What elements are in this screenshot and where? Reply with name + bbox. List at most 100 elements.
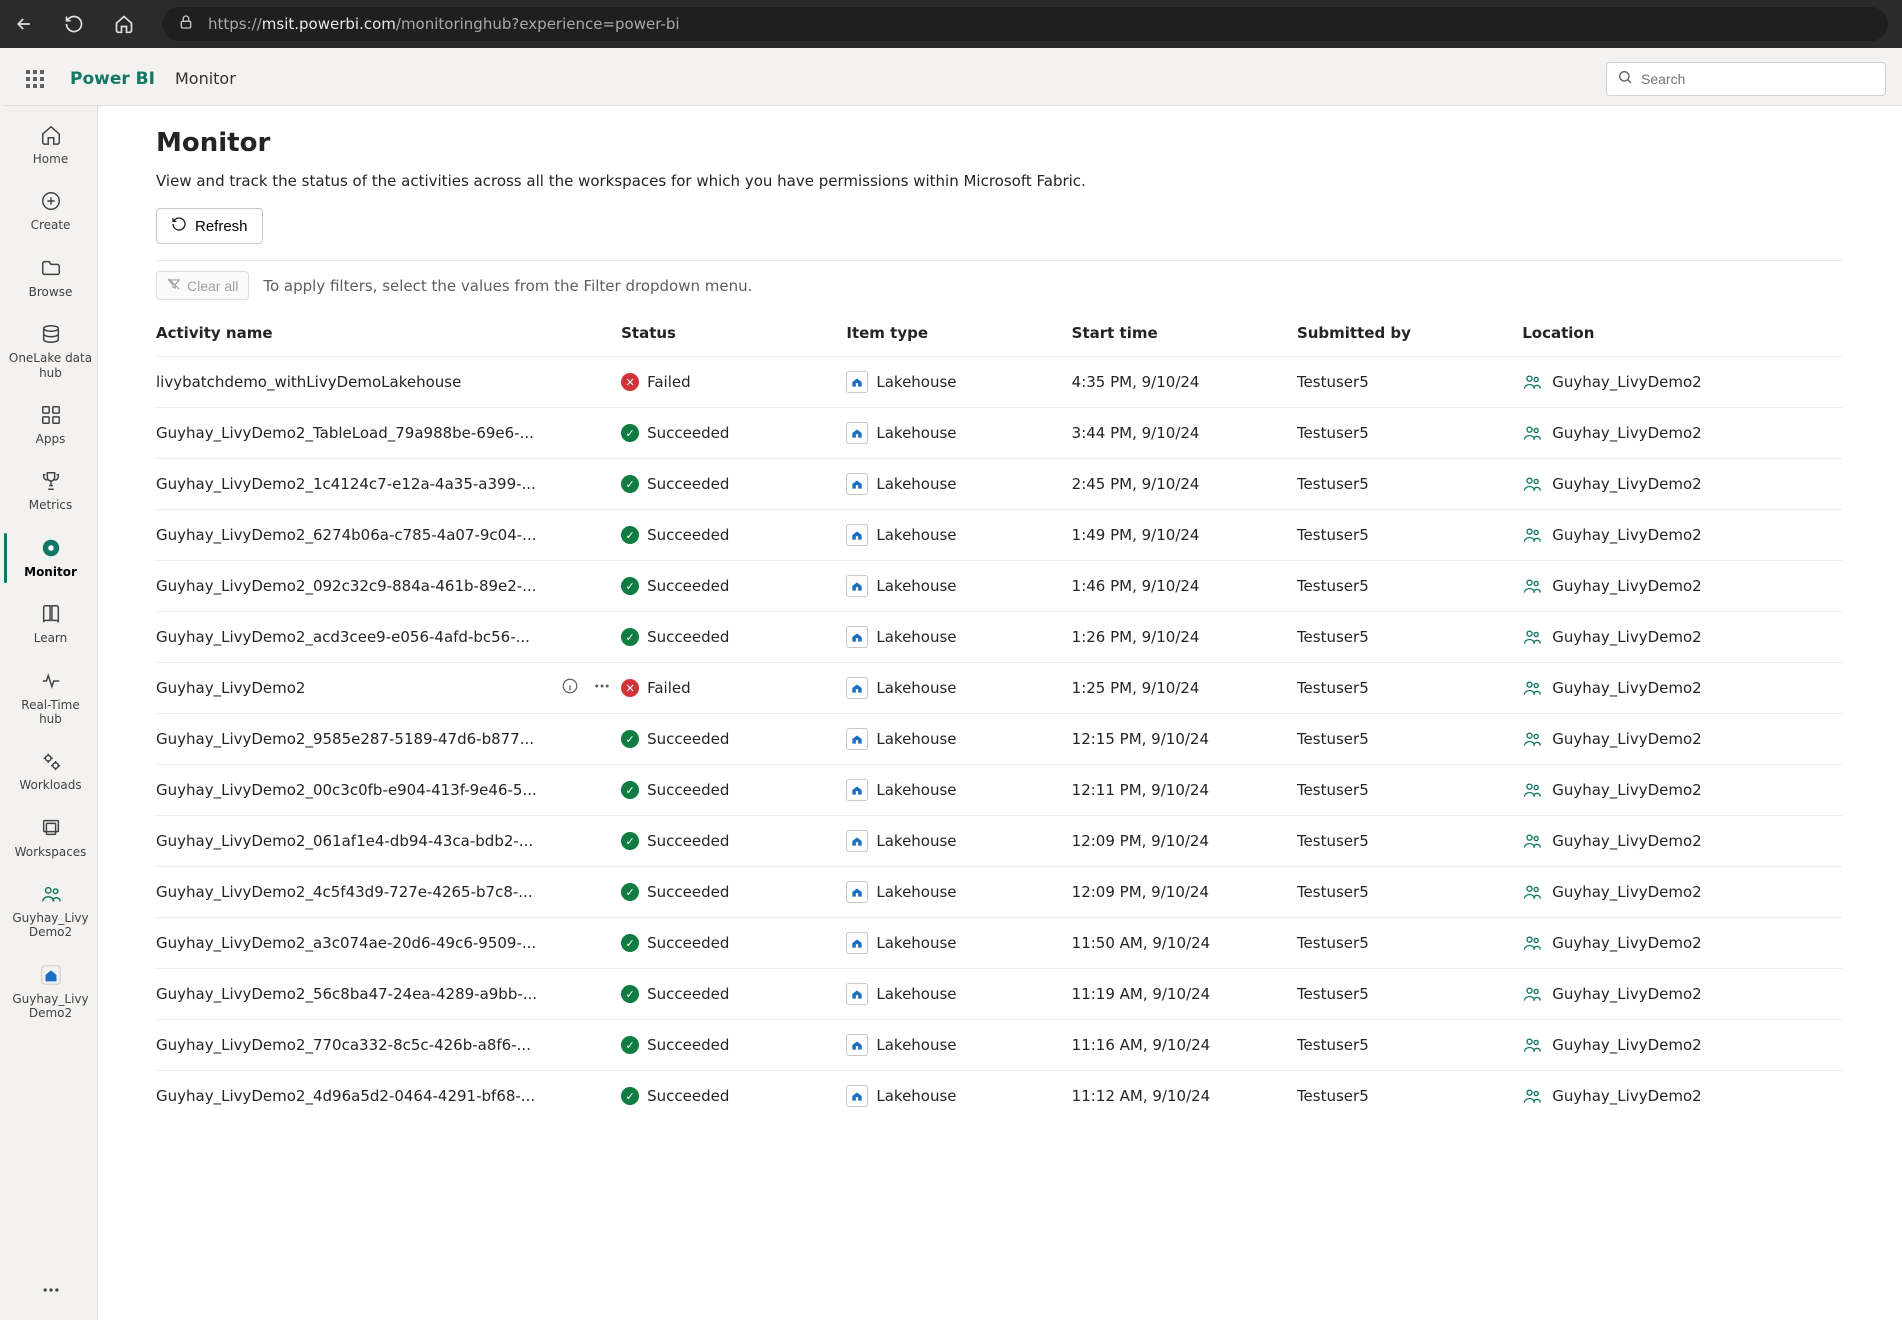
workspace-icon [1522,729,1542,749]
rail-item-real-time-hub[interactable]: Real-Time hub [4,658,97,739]
address-bar[interactable]: https://msit.powerbi.com/monitoringhub?e… [162,7,1888,41]
table-row[interactable]: Guyhay_LivyDemo2_56c8ba47-24ea-4289-a9bb… [156,969,1842,1020]
rail-item-monitor[interactable]: Monitor [4,525,97,591]
item-type-label: Lakehouse [876,577,956,595]
rail-item-label: Home [33,152,68,166]
activity-name: Guyhay_LivyDemo2 [156,679,553,697]
refresh-button[interactable]: Refresh [156,208,263,244]
col-item-type[interactable]: Item type [846,310,1071,357]
table-row[interactable]: Guyhay_LivyDemo2_acd3cee9-e056-4afd-bc56… [156,612,1842,663]
workspace-icon [1522,780,1542,800]
table-row[interactable]: Guyhay_LivyDemo2_4d96a5d2-0464-4291-bf68… [156,1071,1842,1122]
start-time: 12:09 PM, 9/10/24 [1072,816,1297,867]
rail-item-workloads[interactable]: Workloads [4,738,97,804]
lakehouse-icon [846,830,868,852]
item-type-label: Lakehouse [876,934,956,952]
location-label: Guyhay_LivyDemo2 [1552,526,1701,544]
lakehouse-icon [846,1085,868,1107]
success-icon: ✓ [621,883,639,901]
table-row[interactable]: Guyhay_LivyDemo2_9585e287-5189-47d6-b877… [156,714,1842,765]
workspace-icon [1522,1035,1542,1055]
item-type-label: Lakehouse [876,628,956,646]
col-submitted-by[interactable]: Submitted by [1297,310,1522,357]
workspace-icon [1522,576,1542,596]
status-label: Failed [647,373,691,391]
status-label: Failed [647,679,691,697]
table-row[interactable]: Guyhay_LivyDemo2_061af1e4-db94-43ca-bdb2… [156,816,1842,867]
table-row[interactable]: Guyhay_LivyDemo2_a3c074ae-20d6-49c6-9509… [156,918,1842,969]
table-row[interactable]: Guyhay_LivyDemo2_4c5f43d9-727e-4265-b7c8… [156,867,1842,918]
lakehouse-icon [846,473,868,495]
start-time: 11:50 AM, 9/10/24 [1072,918,1297,969]
refresh-icon[interactable] [64,14,84,34]
activity-name: Guyhay_LivyDemo2_acd3cee9-e056-4afd-bc56… [156,628,611,646]
lakehouse-icon [846,371,868,393]
rail-more-icon[interactable] [4,1264,97,1320]
activity-name: Guyhay_LivyDemo2_770ca332-8c5c-426b-a8f6… [156,1036,611,1054]
back-icon[interactable] [14,14,34,34]
lakehouse-icon [846,983,868,1005]
success-icon: ✓ [621,934,639,952]
rail-item-guyhay-livy-demo2[interactable]: Guyhay_Livy Demo2 [4,871,97,952]
workspace-icon [1522,627,1542,647]
location-label: Guyhay_LivyDemo2 [1552,628,1701,646]
col-location[interactable]: Location [1522,310,1842,357]
col-status[interactable]: Status [621,310,846,357]
start-time: 11:16 AM, 9/10/24 [1072,1020,1297,1071]
rail-item-apps[interactable]: Apps [4,392,97,458]
rail-item-label: Learn [34,631,68,645]
col-activity-name[interactable]: Activity name [156,310,621,357]
table-row[interactable]: Guyhay_LivyDemo2_092c32c9-884a-461b-89e2… [156,561,1842,612]
apps-icon [40,402,62,428]
rail-item-workspaces[interactable]: Workspaces [4,805,97,871]
workspace-icon [1522,882,1542,902]
start-time: 3:44 PM, 9/10/24 [1072,408,1297,459]
rail-item-home[interactable]: Home [4,112,97,178]
status-label: Succeeded [647,832,729,850]
rail-item-guyhay-livy-demo2[interactable]: Guyhay_Livy Demo2 [4,952,97,1033]
brand-label[interactable]: Power BI [70,69,155,89]
item-type-label: Lakehouse [876,679,956,697]
start-time: 1:46 PM, 9/10/24 [1072,561,1297,612]
table-row[interactable]: Guyhay_LivyDemo2_6274b06a-c785-4a07-9c04… [156,510,1842,561]
activity-name: Guyhay_LivyDemo2_1c4124c7-e12a-4a35-a399… [156,475,611,493]
submitted-by: Testuser5 [1297,765,1522,816]
success-icon: ✓ [621,526,639,544]
trophy-icon [40,468,62,494]
rail-item-metrics[interactable]: Metrics [4,458,97,524]
breadcrumb: Monitor [175,69,236,88]
app-launcher-icon[interactable] [20,64,50,94]
table-row[interactable]: Guyhay_LivyDemo2_770ca332-8c5c-426b-a8f6… [156,1020,1842,1071]
success-icon: ✓ [621,424,639,442]
browser-toolbar: https://msit.powerbi.com/monitoringhub?e… [0,0,1902,48]
more-icon[interactable] [593,677,611,699]
main-content: Monitor View and track the status of the… [98,106,1902,1320]
table-row[interactable]: Guyhay_LivyDemo2_TableLoad_79a988be-69e6… [156,408,1842,459]
status-label: Succeeded [647,985,729,1003]
rail-item-onelake-data-hub[interactable]: OneLake data hub [4,311,97,392]
item-type-label: Lakehouse [876,832,956,850]
home-icon[interactable] [114,14,134,34]
submitted-by: Testuser5 [1297,510,1522,561]
rail-item-learn[interactable]: Learn [4,591,97,657]
lakehouse-icon [846,728,868,750]
status-label: Succeeded [647,730,729,748]
table-row[interactable]: Guyhay_LivyDemo2 ✕ Failed Lakehouse 1:25… [156,663,1842,714]
info-icon[interactable] [561,677,579,699]
status-label: Succeeded [647,1087,729,1105]
folder-icon [40,255,62,281]
location-label: Guyhay_LivyDemo2 [1552,730,1701,748]
lock-icon [178,14,194,34]
table-row[interactable]: livybatchdemo_withLivyDemoLakehouse ✕ Fa… [156,357,1842,408]
search-input[interactable] [1606,62,1886,96]
col-start-time[interactable]: Start time [1072,310,1297,357]
item-type-label: Lakehouse [876,1036,956,1054]
success-icon: ✓ [621,832,639,850]
error-icon: ✕ [621,373,639,391]
rail-item-label: Create [31,218,71,232]
success-icon: ✓ [621,730,639,748]
table-row[interactable]: Guyhay_LivyDemo2_00c3c0fb-e904-413f-9e46… [156,765,1842,816]
rail-item-create[interactable]: Create [4,178,97,244]
table-row[interactable]: Guyhay_LivyDemo2_1c4124c7-e12a-4a35-a399… [156,459,1842,510]
rail-item-browse[interactable]: Browse [4,245,97,311]
